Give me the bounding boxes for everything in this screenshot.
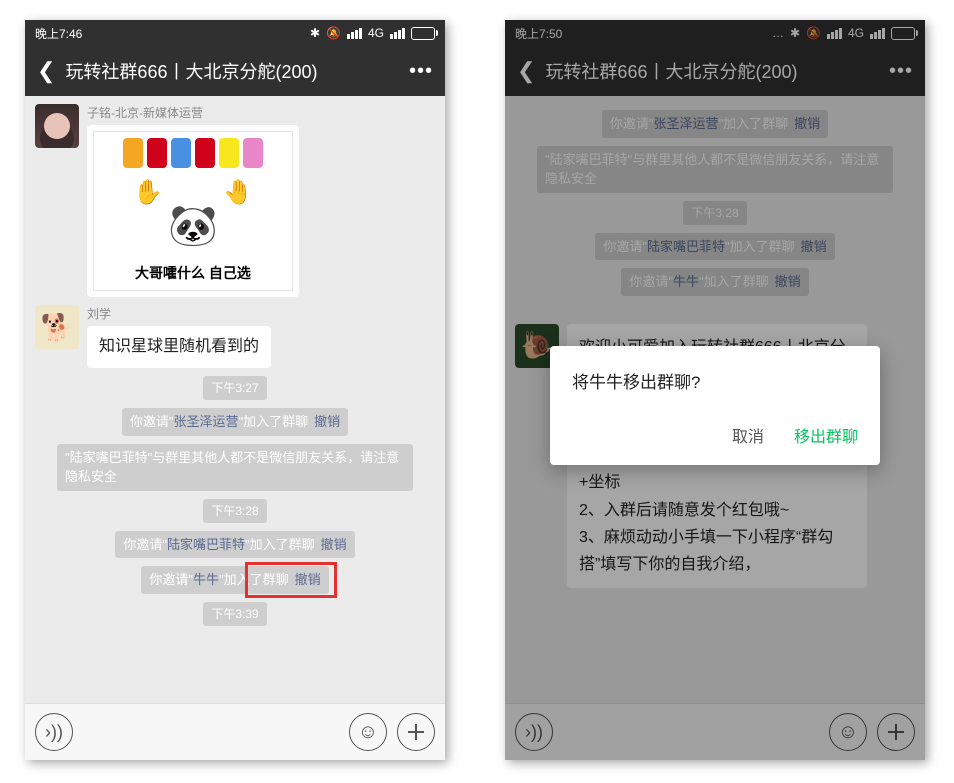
modal-overlay[interactable]: 将牛牛移出群聊? 取消 移出群聊 (505, 20, 925, 760)
sender-name: 刘学 (87, 305, 271, 322)
voice-button[interactable]: ›)) (35, 713, 73, 751)
system-message-privacy: "陆家嘴巴菲特"与群里其他人都不是微信朋友关系，请注意隐私安全 (57, 444, 413, 491)
revoke-link[interactable]: 撤销 (314, 414, 340, 429)
confirm-button[interactable]: 移出群聊 (794, 423, 858, 447)
avatar[interactable] (35, 305, 79, 349)
system-message-invite: 你邀请"张圣泽运营"加入了群聊撤销 (122, 408, 348, 436)
phone-right: 晚上7:50 … ✱ 🔕 4G ❮ 玩转社群666丨大北京分舵(200) •••… (505, 20, 925, 760)
system-message-invite: 你邀请"牛牛"加入了群聊撤销 (141, 566, 328, 594)
signal-icon-2 (390, 28, 405, 39)
chat-title[interactable]: 玩转社群666丨大北京分舵(200) (65, 58, 399, 84)
dialog-message: 将牛牛移出群聊? (550, 346, 880, 423)
plus-button[interactable] (397, 713, 435, 751)
invited-name[interactable]: 张圣泽运营 (173, 414, 238, 429)
image-message[interactable]: ✋🤚 🐼 大哥嚯什么 自己选 (87, 125, 299, 297)
mute-icon: 🔕 (326, 26, 341, 40)
message-row: 刘学 知识星球里随机看到的 (35, 305, 435, 368)
confirm-dialog: 将牛牛移出群聊? 取消 移出群聊 (550, 346, 880, 465)
status-bar: 晚上7:46 ✱ 🔕 4G (25, 20, 445, 46)
signal-icon (347, 28, 362, 39)
status-time: 晚上7:46 (35, 25, 82, 42)
meme-image: ✋🤚 🐼 大哥嚯什么 自己选 (93, 131, 293, 291)
avatar[interactable] (35, 104, 79, 148)
chat-area[interactable]: 子铭-北京-新媒体运营 ✋🤚 🐼 (25, 96, 445, 703)
network-label: 4G (368, 26, 384, 40)
revoke-link[interactable]: 撤销 (295, 572, 321, 587)
more-icon[interactable]: ••• (409, 60, 433, 83)
time-divider: 下午3:28 (203, 499, 266, 523)
text-message[interactable]: 知识星球里随机看到的 (87, 326, 271, 368)
invited-name[interactable]: 牛牛 (193, 572, 219, 587)
emoji-button[interactable]: ☺ (349, 713, 387, 751)
message-row: 子铭-北京-新媒体运营 ✋🤚 🐼 (35, 104, 435, 297)
time-divider: 下午3:39 (203, 602, 266, 626)
time-divider: 下午3:27 (203, 376, 266, 400)
input-bar: ›)) ☺ (25, 703, 445, 760)
invited-name[interactable]: 陆家嘴巴菲特 (167, 537, 245, 552)
sender-name: 子铭-北京-新媒体运营 (87, 104, 299, 121)
system-message-invite: 你邀请"陆家嘴巴菲特"加入了群聊撤销 (115, 531, 354, 559)
chat-header: ❮ 玩转社群666丨大北京分舵(200) ••• (25, 46, 445, 96)
back-icon[interactable]: ❮ (37, 58, 55, 84)
phone-left: 晚上7:46 ✱ 🔕 4G ❮ 玩转社群666丨大北京分舵(200) ••• 子… (25, 20, 445, 760)
bluetooth-icon: ✱ (310, 26, 320, 40)
revoke-link[interactable]: 撤销 (321, 537, 347, 552)
cancel-button[interactable]: 取消 (732, 423, 764, 447)
battery-icon (411, 27, 435, 40)
